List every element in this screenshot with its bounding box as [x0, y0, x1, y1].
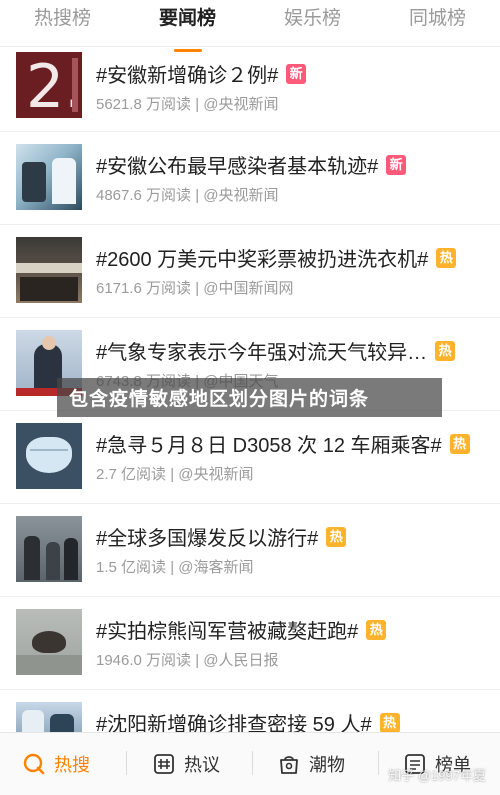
hot-badge: 热 [435, 340, 456, 361]
list-item[interactable]: #急寻５月８日 D3058 次 12 车厢乘客# 热 2.7 亿阅读 | @央视… [0, 411, 500, 504]
tab-hot-search[interactable]: 热搜榜 [0, 0, 125, 46]
item-title: #2600 万美元中奖彩票被扔进洗衣机# [96, 249, 429, 271]
caption-text: 包含疫情敏感地区划分图片的词条 [69, 389, 370, 410]
hot-badge: 热 [449, 433, 470, 454]
divider [126, 751, 127, 775]
list-item[interactable]: #2600 万美元中奖彩票被扔进洗衣机# 热 6171.6 万阅读 | @中国新… [0, 225, 500, 318]
source-label: | @人民日报 [195, 652, 279, 669]
bottom-nav-trends[interactable]: 潮物 [277, 751, 345, 777]
source-label: | @央视新闻 [195, 96, 279, 113]
bag-icon [277, 752, 301, 776]
thumbnail-image [16, 144, 82, 210]
thumbnail-image [16, 237, 82, 303]
hot-badge: 热 [436, 247, 457, 268]
bottom-nav-bar: 热搜 热议 潮物 榜单 知乎 @1997年夏 [0, 732, 500, 795]
list-item[interactable]: #实拍棕熊闯军营被藏獒赶跑# 热 1946.0 万阅读 | @人民日报 [0, 597, 500, 690]
thumbnail-image [16, 609, 82, 675]
thumbnail-image: 2. [16, 52, 82, 118]
hot-badge: 热 [379, 712, 400, 733]
bottom-nav-label: 热搜 [54, 755, 90, 775]
search-icon [22, 752, 46, 776]
item-title: #气象专家表示今年强对流天气较异… [96, 342, 428, 364]
bottom-nav-label: 热议 [184, 755, 220, 775]
read-count: 4867.6 万阅读 [96, 187, 192, 204]
tab-news[interactable]: 要闻榜 [125, 0, 250, 52]
read-count: 1.5 亿阅读 [96, 559, 167, 576]
read-count: 5621.8 万阅读 [96, 96, 192, 113]
top-tab-bar: 热搜榜 要闻榜 娱乐榜 同城榜 [0, 0, 500, 52]
hashtag-icon [152, 752, 176, 776]
bottom-nav-discussion[interactable]: 热议 [152, 751, 220, 777]
list-item[interactable]: 2. #安徽新增确诊２例# 新 5621.8 万阅读 | @央视新闻 [0, 47, 500, 132]
item-title: #安徽新增确诊２例# [96, 65, 279, 87]
divider [378, 751, 379, 775]
item-title: #安徽公布最早感染者基本轨迹# [96, 156, 379, 178]
thumbnail-image [16, 423, 82, 489]
list-item[interactable]: #全球多国爆发反以游行# 热 1.5 亿阅读 | @海客新闻 [0, 504, 500, 597]
bottom-nav-label: 潮物 [309, 755, 345, 775]
divider [252, 751, 253, 775]
read-count: 2.7 亿阅读 [96, 466, 167, 483]
hot-badge: 热 [366, 619, 387, 640]
hot-badge: 热 [326, 526, 347, 547]
tab-entertainment[interactable]: 娱乐榜 [250, 0, 375, 46]
thumbnail-image [16, 516, 82, 582]
caption-banner: 包含疫情敏感地区划分图片的词条 [57, 378, 442, 417]
source-label: | @海客新闻 [170, 559, 254, 576]
watermark-text: 知乎 @1997年夏 [388, 768, 486, 783]
read-count: 6171.6 万阅读 [96, 280, 192, 297]
source-label: | @中国新闻网 [195, 280, 294, 297]
read-count: 1946.0 万阅读 [96, 652, 192, 669]
bottom-nav-hot-search[interactable]: 热搜 [22, 751, 90, 777]
item-title: #实拍棕熊闯军营被藏獒赶跑# [96, 621, 359, 643]
item-title: #全球多国爆发反以游行# [96, 528, 319, 550]
new-badge: 新 [386, 154, 407, 175]
list-item[interactable]: #安徽公布最早感染者基本轨迹# 新 4867.6 万阅读 | @央视新闻 [0, 132, 500, 225]
tab-local[interactable]: 同城榜 [375, 0, 500, 46]
item-title: #急寻５月８日 D3058 次 12 车厢乘客# [96, 435, 442, 457]
new-badge: 新 [286, 63, 307, 84]
source-label: | @央视新闻 [195, 187, 279, 204]
source-label: | @央视新闻 [170, 466, 254, 483]
